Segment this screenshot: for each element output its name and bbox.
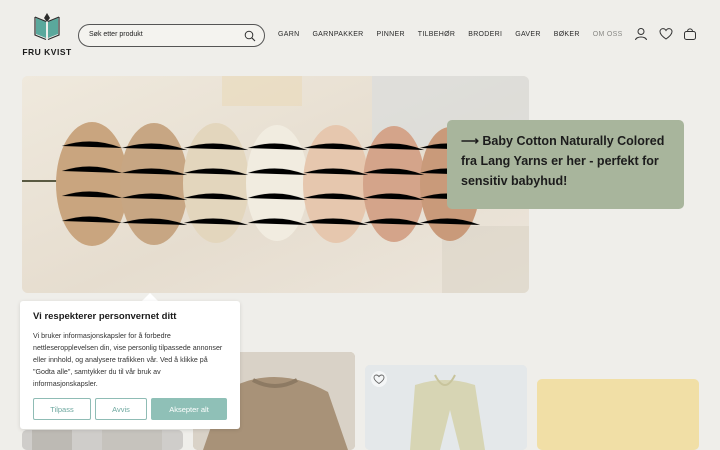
- nav-item-om-oss[interactable]: OM OSS: [593, 31, 623, 38]
- accept-all-button[interactable]: Aksepter alt: [151, 398, 227, 420]
- cookie-actions: Tilpass Avvis Aksepter alt: [33, 398, 227, 420]
- reject-button[interactable]: Avvis: [95, 398, 147, 420]
- brand-name: FRU KVIST: [22, 47, 72, 57]
- customize-button[interactable]: Tilpass: [33, 398, 91, 420]
- hero-callout-message: Baby Cotton Naturally Colored fra Lang Y…: [461, 134, 665, 188]
- nav-item-boker[interactable]: BØKER: [554, 31, 580, 38]
- search-input[interactable]: Søk etter produkt: [78, 24, 265, 47]
- product-card[interactable]: [537, 379, 699, 450]
- brand-logo[interactable]: FRU KVIST: [22, 12, 72, 58]
- heart-icon: [373, 374, 385, 385]
- search-icon[interactable]: [244, 30, 256, 42]
- product-image: [22, 430, 183, 450]
- bag-icon[interactable]: [683, 27, 697, 41]
- search-placeholder: Søk etter produkt: [89, 31, 143, 38]
- account-icon[interactable]: [634, 27, 648, 41]
- cookie-title: Vi respekterer personvernet ditt: [33, 311, 177, 322]
- nav-item-garn[interactable]: GARN: [278, 31, 299, 38]
- nav-item-tilbehor[interactable]: TILBEHØR: [418, 31, 455, 38]
- main-nav: GARN GARNPAKKER PINNER TILBEHØR BRODERI …: [278, 31, 636, 38]
- nav-item-garnpakker[interactable]: GARNPAKKER: [312, 31, 363, 38]
- arrow-right-icon: ⟶: [461, 134, 479, 148]
- hero-callout[interactable]: ⟶ Baby Cotton Naturally Colored fra Lang…: [447, 120, 684, 209]
- nav-item-broderi[interactable]: BRODERI: [468, 31, 502, 38]
- product-card[interactable]: [365, 365, 527, 450]
- product-image: [365, 365, 527, 450]
- book-logo-icon: [34, 13, 60, 41]
- cookie-consent-dialog: Vi respekterer personvernet ditt Vi bruk…: [20, 301, 240, 429]
- wishlist-button[interactable]: [371, 371, 387, 387]
- hero-callout-text: ⟶ Baby Cotton Naturally Colored fra Lang…: [461, 131, 670, 191]
- nav-item-gaver[interactable]: GAVER: [515, 31, 541, 38]
- site-header: FRU KVIST Søk etter produkt GARN GARNPAK…: [0, 0, 720, 70]
- cookie-pointer: [142, 293, 158, 301]
- nav-item-pinner[interactable]: PINNER: [377, 31, 405, 38]
- wishlist-heart-icon[interactable]: [659, 27, 673, 41]
- cookie-body: Vi bruker informasjonskapsler for å forb…: [33, 332, 223, 388]
- product-card[interactable]: [22, 430, 183, 450]
